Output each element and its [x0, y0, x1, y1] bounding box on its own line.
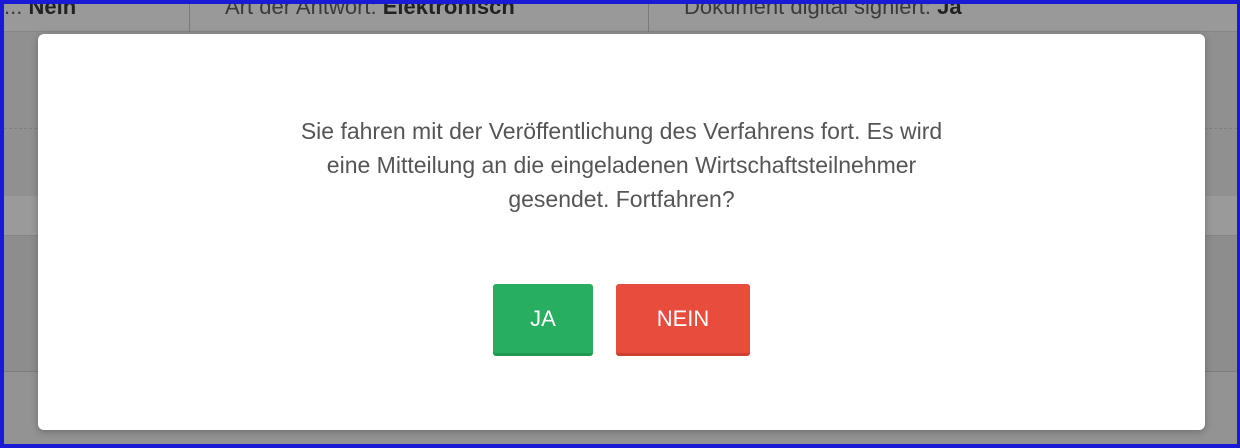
background-info-value: Nein	[28, 0, 77, 19]
confirm-no-button[interactable]: NEIN	[616, 284, 750, 356]
background-info-cell: ... Nein	[4, 0, 190, 32]
confirm-message-line: eine Mitteilung an die eingeladenen Wirt…	[326, 152, 917, 178]
background-info-cell: Art der Antwort: Elektronisch	[191, 0, 649, 32]
confirm-message-line: gesendet. Fortfahren?	[508, 186, 735, 212]
background-info-label: Dokument digital signiert:	[684, 0, 932, 19]
background-info-label: ...	[4, 0, 23, 19]
background-info-value: Ja	[937, 0, 962, 19]
background-info-cell: Dokument digital signiert: Ja	[650, 0, 1230, 32]
confirm-yes-button[interactable]: JA	[493, 284, 593, 356]
background-info-label: Art der Antwort:	[225, 0, 377, 19]
confirm-message: Sie fahren mit der Veröffentlichung des …	[38, 114, 1205, 216]
background-info-value: Elektronisch	[382, 0, 515, 19]
confirm-message-line: Sie fahren mit der Veröffentlichung des …	[300, 118, 943, 144]
background-info-bar: ... Nein Art der Antwort: Elektronisch D…	[4, 0, 1237, 32]
confirm-dialog: Sie fahren mit der Veröffentlichung des …	[38, 34, 1205, 430]
